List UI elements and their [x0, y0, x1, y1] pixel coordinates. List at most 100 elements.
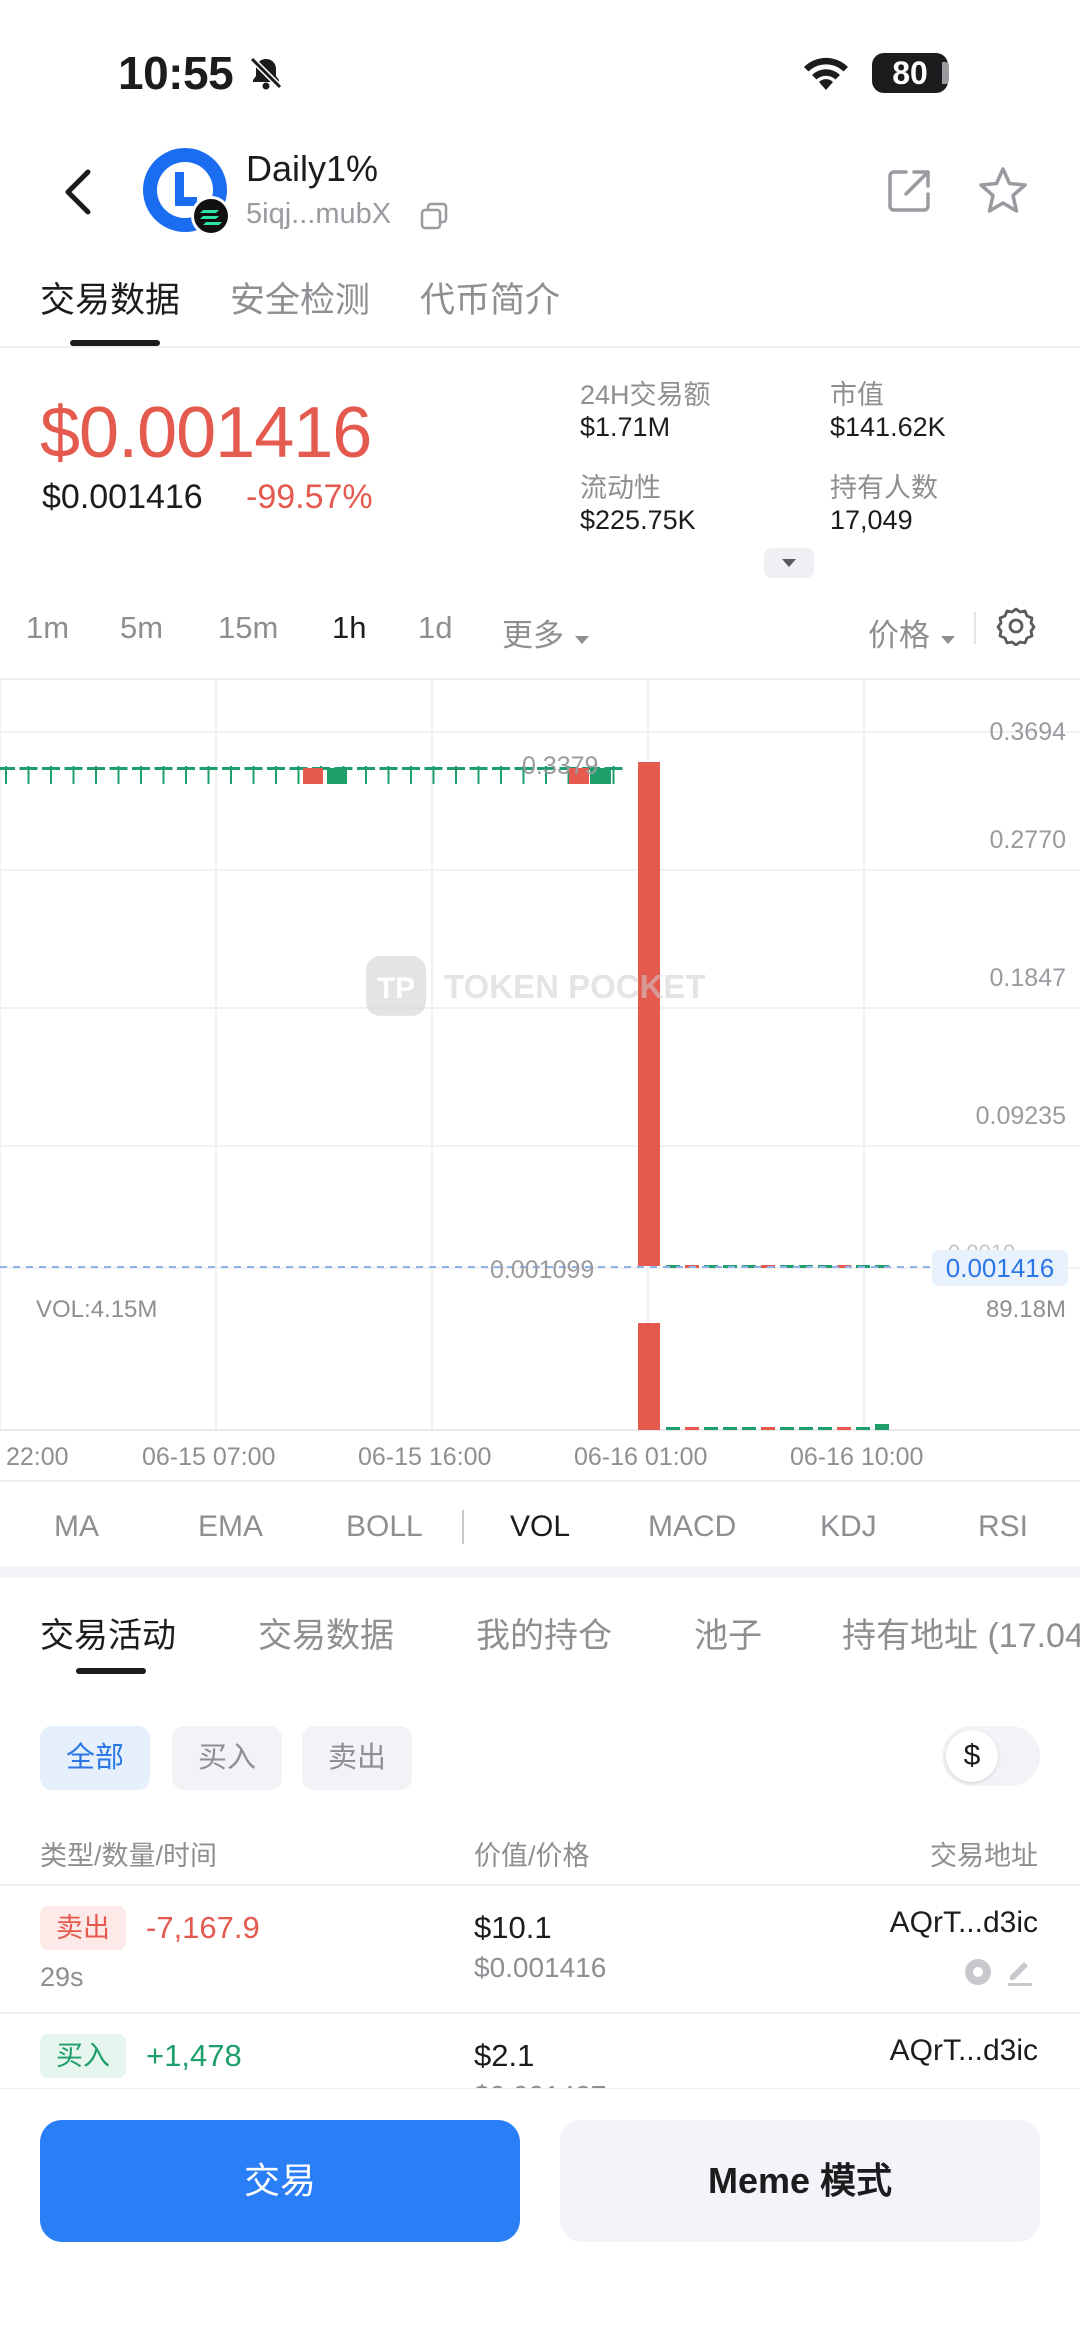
trade-value: $2.1 — [474, 2038, 535, 2073]
candle-body — [42, 767, 60, 770]
filter-sell[interactable]: 卖出 — [302, 1726, 412, 1790]
indicator-macd[interactable]: MACD — [648, 1510, 736, 1544]
indicator-separator — [462, 1510, 464, 1544]
token-name: Daily1% — [246, 148, 379, 189]
trade-value: $10.1 — [474, 1910, 552, 1945]
y-tick-3: 0.1847 — [989, 964, 1066, 992]
battery-cap — [942, 62, 949, 84]
trade-time: 29s — [40, 1962, 84, 1992]
caret-down-icon — [782, 559, 796, 567]
trade-price: $0.001416 — [474, 1952, 607, 1983]
y-tick-4: 0.09235 — [975, 1102, 1066, 1130]
low-price-label: 0.001099 — [490, 1256, 595, 1284]
svg-text:TP: TP — [377, 972, 415, 1005]
status-time: 10:55 — [118, 47, 234, 99]
y-tick-2: 0.2770 — [989, 826, 1066, 854]
tab-holders[interactable]: 持有地址 (17.04 — [842, 1608, 1080, 1657]
candlestick-chart[interactable] — [0, 680, 1080, 1480]
indicator-vol[interactable]: VOL — [510, 1510, 570, 1544]
timeframe-more[interactable]: 更多 — [502, 610, 591, 655]
filter-buy[interactable]: 买入 — [172, 1726, 282, 1790]
currency-toggle[interactable]: $ — [942, 1726, 1040, 1786]
bottom-tab-underline — [76, 1668, 146, 1674]
current-price-tag: 0.001416 — [932, 1250, 1068, 1286]
trade-row[interactable]: 卖出 -7,167.9 29s $10.1 $0.001416 AQrT...d… — [0, 1886, 1080, 2012]
battery-indicator: 80 — [872, 53, 948, 93]
timeframe-15m[interactable]: 15m — [218, 610, 278, 646]
timeframe-1d[interactable]: 1d — [418, 610, 452, 646]
indicator-kdj[interactable]: KDJ — [820, 1510, 877, 1544]
volume-bar — [638, 1323, 660, 1430]
timeframe-separator — [974, 612, 976, 644]
timeframe-1h[interactable]: 1h — [332, 610, 366, 646]
trade-amount: -7,167.9 — [146, 1910, 260, 1945]
volume-bar — [742, 1427, 756, 1430]
indicator-ema[interactable]: EMA — [198, 1510, 263, 1544]
candle-body — [132, 767, 150, 770]
candle-body — [492, 767, 510, 770]
candle-body — [303, 768, 323, 784]
candle-body — [109, 767, 128, 770]
price-mode-label: 价格 — [868, 618, 930, 653]
favorite-star-icon[interactable] — [976, 164, 1030, 218]
meme-mode-button[interactable]: Meme 模式 — [560, 2120, 1040, 2242]
trade-button[interactable]: 交易 — [40, 2120, 520, 2242]
indicator-rsi[interactable]: RSI — [978, 1510, 1028, 1544]
trade-address[interactable]: AQrT...d3ic — [890, 1906, 1038, 1940]
volume-bar — [685, 1427, 699, 1430]
timeframe-1m[interactable]: 1m — [26, 610, 69, 646]
usd-price: $0.001416 — [42, 478, 203, 516]
x-tick-2: 06-15 07:00 — [142, 1443, 276, 1471]
stat-mcap-label: 市值 — [830, 380, 884, 410]
tab-pools[interactable]: 池子 — [694, 1608, 762, 1657]
price-mode-selector[interactable]: 价格 — [868, 610, 957, 655]
expand-stats-button[interactable] — [764, 548, 814, 578]
trade-address[interactable]: AQrT...d3ic — [890, 2034, 1038, 2068]
trade-row[interactable]: 买入 +1,478 $2.1 $0.001427 AQrT...d3ic — [0, 2014, 1080, 2088]
stat-volume-value: $1.71M — [580, 412, 671, 442]
candle-body — [327, 768, 347, 784]
header-divider — [0, 346, 1080, 348]
chart-settings-gear-icon[interactable] — [996, 606, 1036, 646]
volume-bar — [780, 1427, 794, 1430]
column-address: 交易地址 — [930, 1841, 1038, 1871]
indicator-boll[interactable]: BOLL — [346, 1510, 423, 1544]
timeframe-5m[interactable]: 5m — [120, 610, 163, 646]
copy-icon[interactable] — [418, 200, 450, 232]
volume-label: VOL:4.15M — [36, 1296, 158, 1323]
tab-security-check[interactable]: 安全检测 — [230, 272, 370, 323]
candle-body — [64, 767, 83, 770]
volume-bar — [818, 1427, 832, 1430]
tab-token-intro[interactable]: 代币简介 — [420, 272, 560, 323]
volume-max-label: 89.18M — [985, 1296, 1066, 1323]
trade-price: $0.001427 — [474, 2080, 606, 2088]
volume-bar — [875, 1424, 889, 1430]
section-separator — [0, 1566, 1080, 1578]
volume-bar — [799, 1427, 813, 1430]
stat-volume-label: 24H交易额 — [580, 380, 711, 410]
candle-body — [447, 767, 465, 770]
stat-liquidity-value: $225.75K — [580, 505, 696, 535]
x-tick-1: 22:00 — [6, 1443, 69, 1471]
address-tag-icon[interactable] — [962, 1956, 994, 1988]
tab-my-positions[interactable]: 我的持仓 — [476, 1608, 612, 1657]
edit-pencil-icon[interactable] — [1004, 1956, 1036, 1988]
indicator-ma[interactable]: MA — [54, 1510, 99, 1544]
candle-body — [19, 767, 38, 770]
chart-bottom-divider — [0, 1480, 1080, 1482]
candle-body — [222, 767, 240, 770]
muted-bell-icon — [249, 56, 283, 90]
tab-trade-data[interactable]: 交易数据 — [40, 272, 180, 323]
x-tick-5: 06-16 10:00 — [790, 1443, 924, 1471]
back-arrow-icon[interactable] — [58, 166, 98, 218]
filter-all[interactable]: 全部 — [40, 1726, 150, 1790]
stat-holders-label: 持有人数 — [830, 473, 938, 503]
y-tick-1: 0.3694 — [989, 718, 1066, 746]
volume-bar — [837, 1427, 851, 1430]
candle-body — [199, 767, 218, 770]
volume-bar — [704, 1427, 718, 1430]
tab-trade-stats[interactable]: 交易数据 — [258, 1608, 394, 1657]
price-change: -99.57% — [246, 478, 373, 516]
tab-trade-activity[interactable]: 交易活动 — [40, 1608, 176, 1657]
share-icon[interactable] — [884, 166, 934, 216]
